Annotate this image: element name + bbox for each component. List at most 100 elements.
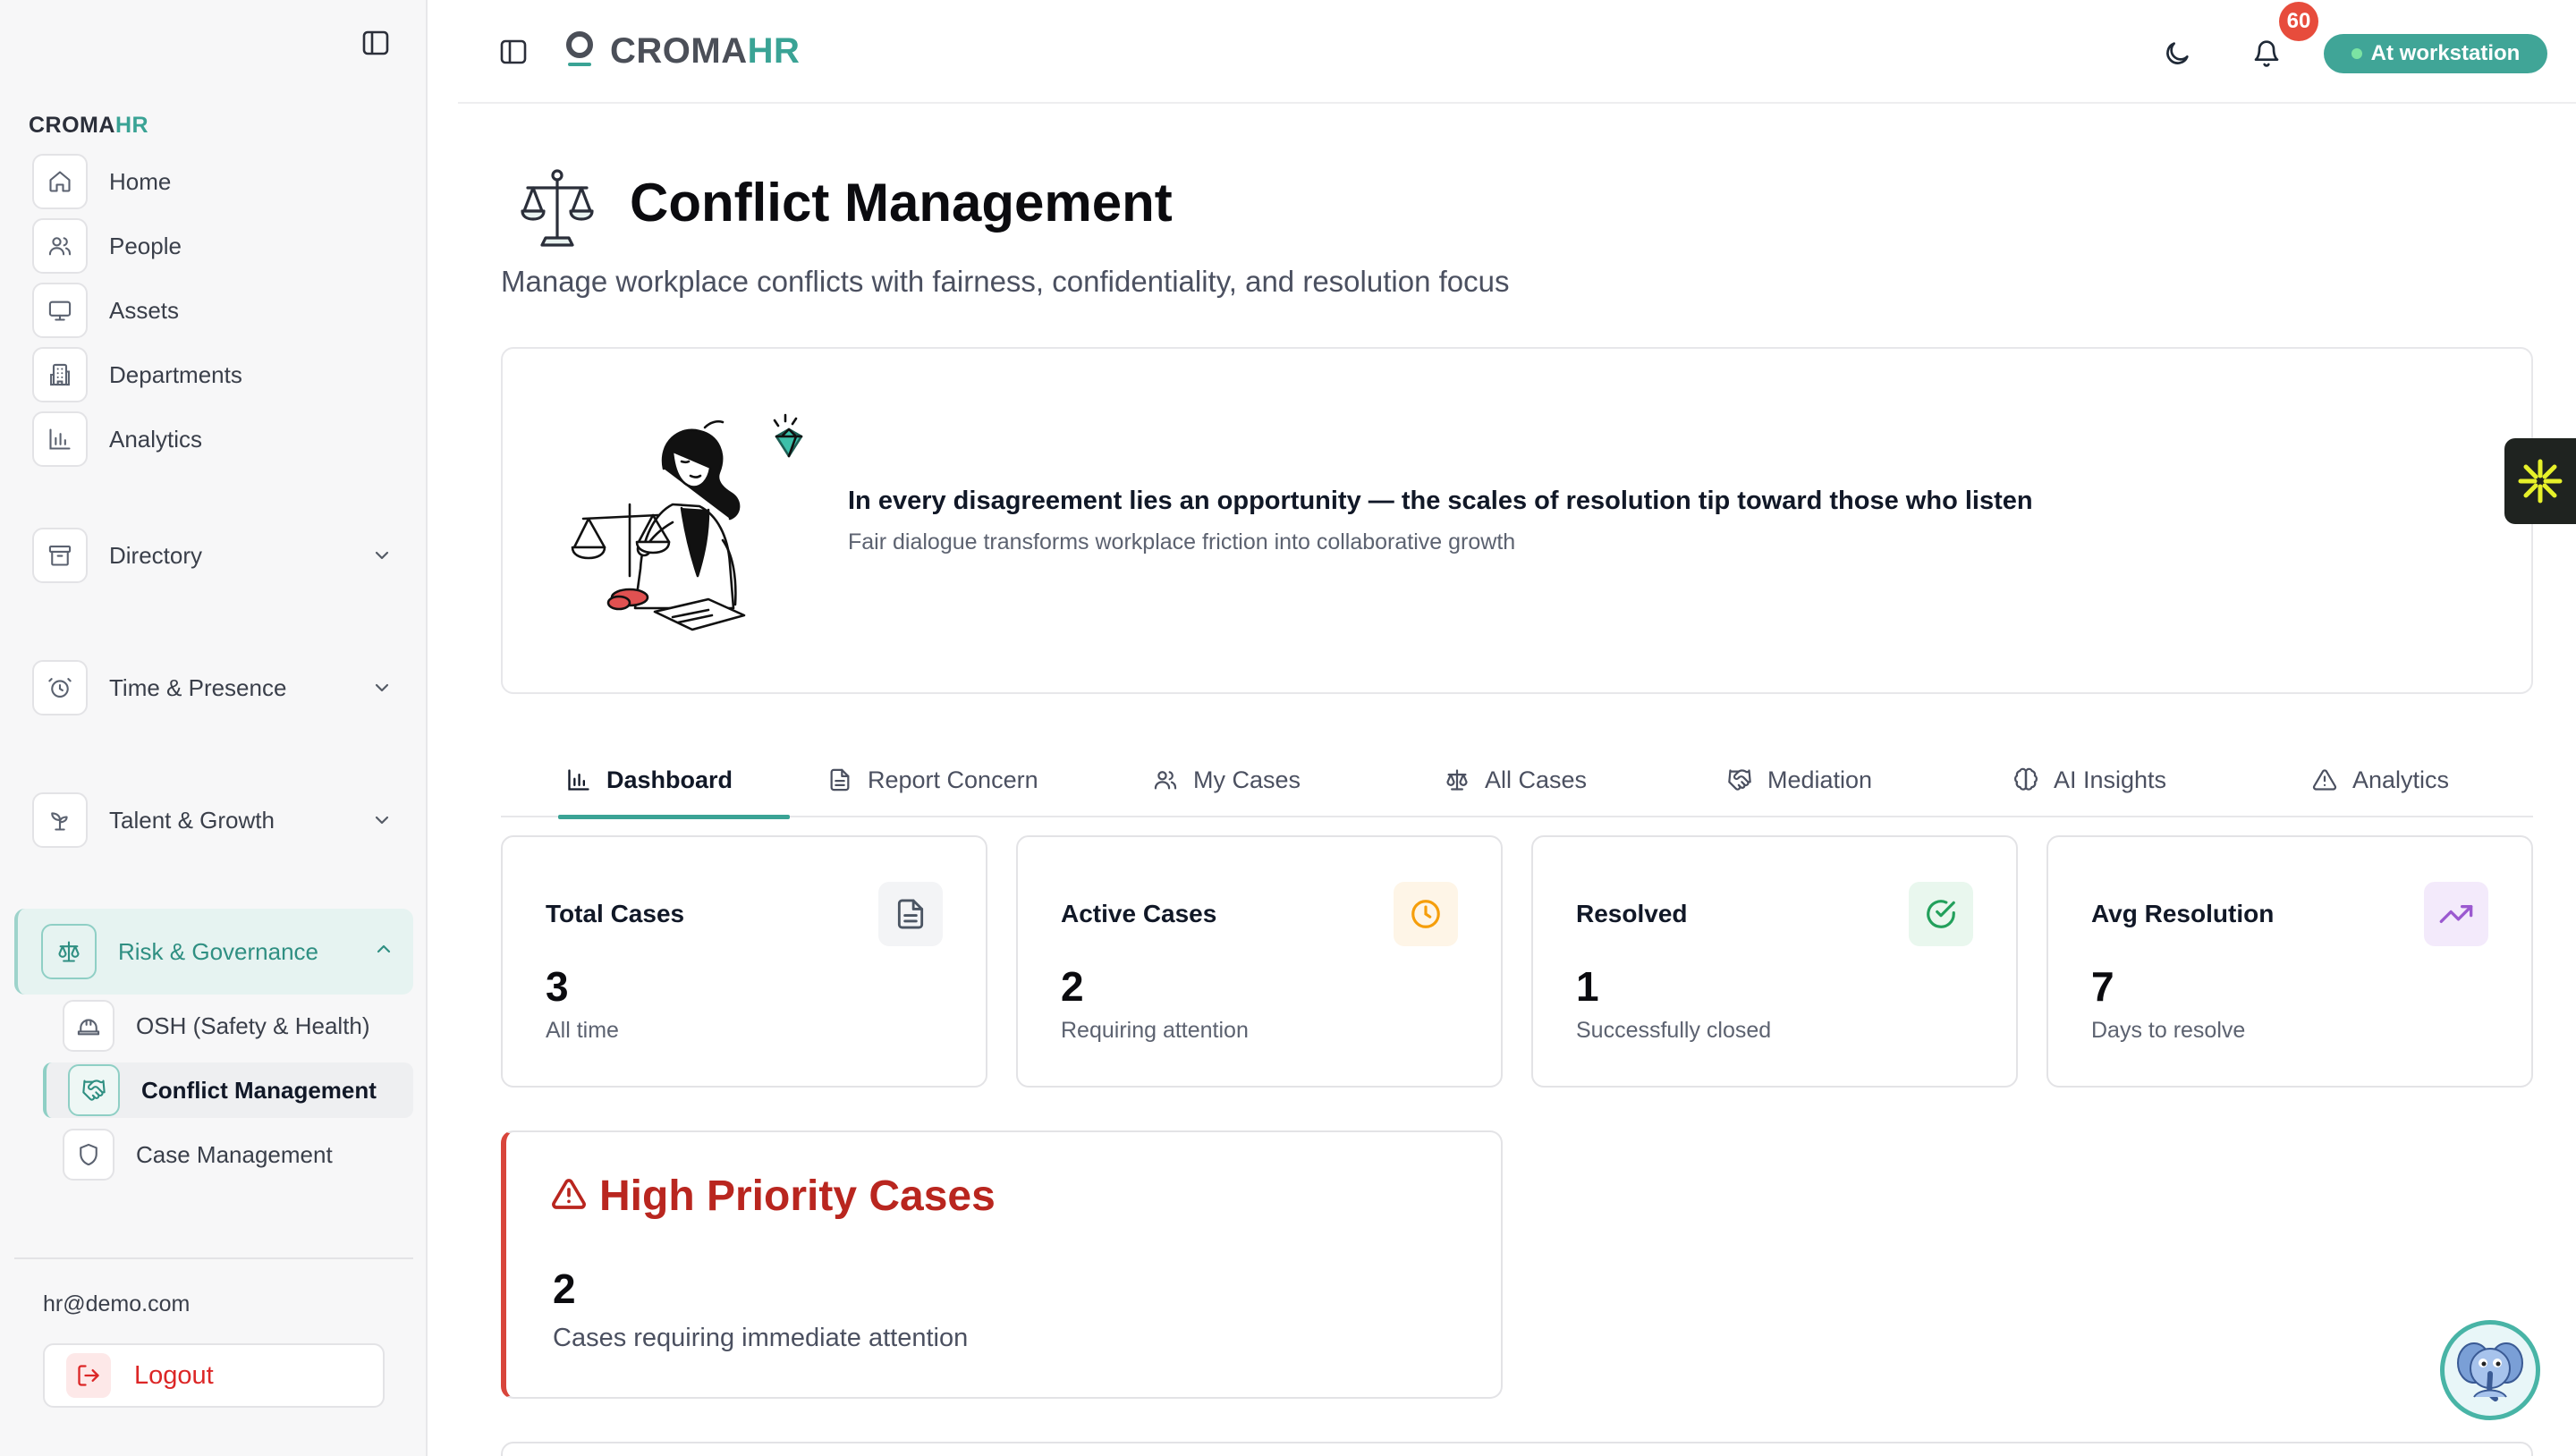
status-label: At workstation (2370, 41, 2521, 65)
handshake-icon (68, 1064, 120, 1116)
sidebar-item-label: Departments (109, 360, 242, 388)
tab-label: AI Insights (2054, 766, 2167, 793)
panel-toggle-icon[interactable] (496, 36, 531, 68)
sidebar-item-assets[interactable]: Assets (32, 283, 411, 338)
chevron-down-icon[interactable] (370, 677, 394, 703)
sidebar-subitem-osh[interactable]: OSH (Safety & Health) (63, 998, 413, 1054)
tab-label: All Cases (1485, 766, 1588, 793)
topbar: CROMAHR 60 At workstation (458, 0, 2576, 104)
stat-label: Resolved (1576, 900, 1688, 927)
chevron-down-icon[interactable] (370, 545, 394, 571)
high-priority-cases-card[interactable]: High Priority Cases 2 Cases requiring im… (501, 1130, 1503, 1399)
logout-label: Logout (134, 1360, 214, 1390)
bar-chart-icon (565, 766, 592, 793)
monitor-icon (32, 283, 88, 338)
floating-assistant-tab[interactable] (2504, 438, 2576, 524)
priority-subtext: Cases requiring immediate attention (553, 1324, 969, 1352)
banner-quote: In every disagreement lies an opportunit… (848, 487, 2033, 515)
handshake-icon (1726, 766, 1753, 793)
sidebar-item-home[interactable]: Home (32, 154, 411, 209)
app-logo[interactable]: CROMAHR (564, 30, 800, 72)
check-circle-icon (1909, 882, 1973, 946)
alarm-clock-icon (32, 660, 88, 715)
sidebar-collapse-icon[interactable] (360, 27, 392, 59)
hard-hat-icon (63, 1000, 114, 1052)
sidebar-subitem-label: Case Management (136, 1140, 333, 1168)
tab-dashboard[interactable]: Dashboard (557, 742, 791, 819)
inspiration-banner: In every disagreement lies an opportunit… (501, 347, 2533, 694)
sidebar-group-talent-growth[interactable]: Talent & Growth (32, 792, 411, 848)
sidebar-item-label: Analytics (109, 425, 203, 453)
sidebar-group-label: Talent & Growth (109, 806, 275, 834)
sidebar-divider (14, 1257, 413, 1259)
sidebar-subitem-conflict-management[interactable]: Conflict Management (43, 1062, 413, 1118)
sidebar-subitem-label: OSH (Safety & Health) (136, 1012, 370, 1039)
sidebar-group-time-presence[interactable]: Time & Presence (32, 660, 411, 715)
tab-report-concern[interactable]: Report Concern (826, 742, 1038, 817)
sidebar-item-people[interactable]: People (32, 218, 411, 274)
sidebar-item-departments[interactable]: Departments (32, 347, 411, 402)
sidebar-group-risk-governance[interactable]: Risk & Governance (14, 909, 413, 995)
clock-icon (1394, 882, 1458, 946)
chat-assistant-avatar[interactable] (2440, 1320, 2540, 1420)
scale-icon (41, 924, 97, 979)
banner-subtext: Fair dialogue transforms workplace frict… (848, 529, 1516, 554)
sidebar-item-label: Assets (109, 296, 180, 324)
warning-icon (2311, 766, 2338, 793)
module-tabs: Dashboard Report Concern My Cases All Ca… (501, 742, 2533, 819)
notification-count-badge[interactable]: 60 (2279, 2, 2318, 41)
tab-label: My Cases (1193, 766, 1301, 793)
tab-label: Analytics (2352, 766, 2450, 793)
stat-value: 7 (2091, 963, 2114, 1010)
stat-subtext: Successfully closed (1576, 1018, 1772, 1043)
file-text-icon (826, 766, 853, 793)
page-title: Conflict Management (630, 173, 1173, 233)
tab-analytics[interactable]: Analytics (2311, 742, 2449, 817)
stat-card-avg-resolution: Avg Resolution 7 Days to resolve (2046, 835, 2533, 1088)
elephant-mascot-icon (2457, 1342, 2523, 1401)
chevron-up-icon[interactable] (372, 938, 395, 964)
sidebar-item-analytics[interactable]: Analytics (32, 411, 411, 467)
tab-all-cases[interactable]: All Cases (1444, 742, 1587, 817)
priority-header: High Priority Cases (551, 1172, 996, 1221)
users-icon (1152, 766, 1179, 793)
scales-of-justice-icon (519, 166, 596, 247)
tab-mediation[interactable]: Mediation (1726, 742, 1872, 817)
users-icon (32, 218, 88, 274)
brain-icon (2012, 766, 2039, 793)
logo-mark-icon (564, 30, 596, 72)
stat-card-active-cases: Active Cases 2 Requiring attention (1016, 835, 1503, 1088)
notifications-bell-icon[interactable] (2249, 36, 2284, 72)
sidebar-group-directory[interactable]: Directory (32, 528, 411, 583)
file-text-icon (878, 882, 943, 946)
tab-label: Dashboard (606, 766, 733, 793)
status-dot (2351, 48, 2362, 59)
logout-icon (66, 1353, 111, 1398)
logout-button[interactable]: Logout (43, 1343, 385, 1408)
logo-text: CROMAHR (610, 30, 801, 71)
sprout-icon (32, 792, 88, 848)
building-icon (32, 347, 88, 402)
shield-icon (63, 1129, 114, 1181)
sidebar-item-label: People (109, 232, 182, 259)
sidebar-item-label: Home (109, 167, 172, 195)
user-email: hr@demo.com (43, 1291, 191, 1316)
sidebar-subitem-case-management[interactable]: Case Management (63, 1127, 413, 1182)
sidebar-group-label: Risk & Governance (118, 937, 318, 965)
tab-my-cases[interactable]: My Cases (1152, 742, 1301, 817)
sidebar: CROMAHR Home People Assets Departments A… (0, 0, 428, 1456)
stat-value: 2 (1061, 963, 1084, 1010)
priority-value: 2 (553, 1266, 576, 1312)
stat-label: Avg Resolution (2091, 900, 2275, 927)
status-badge[interactable]: At workstation (2324, 34, 2547, 73)
stat-label: Total Cases (546, 900, 685, 927)
priority-title: High Priority Cases (599, 1172, 996, 1220)
tab-ai-insights[interactable]: AI Insights (2012, 742, 2166, 817)
theme-toggle-moon-icon[interactable] (2159, 36, 2195, 72)
sidebar-group-label: Time & Presence (109, 673, 287, 701)
stat-label: Active Cases (1061, 900, 1217, 927)
trending-up-icon (2424, 882, 2488, 946)
chevron-down-icon[interactable] (370, 809, 394, 835)
next-section-card (501, 1442, 2533, 1456)
stat-subtext: Days to resolve (2091, 1018, 2246, 1043)
